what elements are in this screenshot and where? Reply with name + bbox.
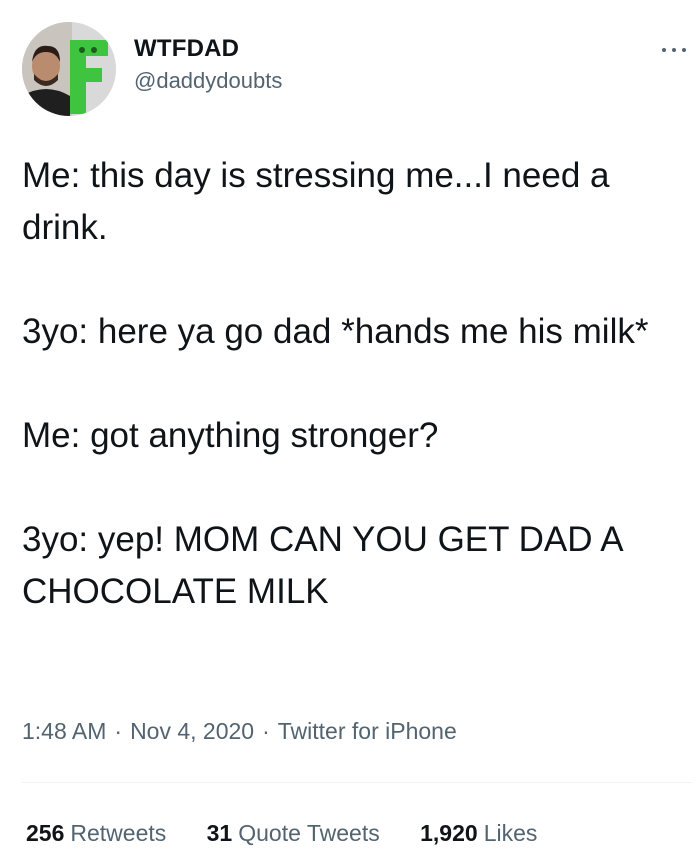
tweet-meta: 1:48 AM · Nov 4, 2020 · Twitter for iPhone — [22, 714, 457, 748]
tweet-text: Me: this day is stressing me...I need a … — [22, 150, 692, 618]
tweet-paragraph: 3yo: here ya go dad *hands me his milk* — [22, 312, 649, 351]
likes-count: 1,920 — [420, 820, 478, 846]
retweets-count: 256 — [26, 820, 65, 846]
tweet-time[interactable]: 1:48 AM — [22, 718, 106, 744]
author-names: WTFDAD @daddydoubts — [134, 34, 282, 98]
tweet-paragraph: Me: got anything stronger? — [22, 416, 439, 455]
tweet-paragraph: Me: this day is stressing me...I need a … — [22, 156, 610, 247]
likes-stat[interactable]: 1,920 Likes — [420, 816, 537, 850]
tweet-card: WTFDAD @daddydoubts Me: this day is stre… — [0, 0, 700, 862]
divider — [22, 782, 692, 783]
avatar[interactable] — [22, 22, 116, 116]
retweets-stat[interactable]: 256 Retweets — [26, 816, 166, 850]
meta-separator: · — [262, 718, 270, 744]
tweet-date[interactable]: Nov 4, 2020 — [130, 718, 254, 744]
profile-photo-icon — [22, 22, 116, 116]
ellipsis-icon[interactable] — [654, 38, 694, 62]
tweet-source[interactable]: Twitter for iPhone — [278, 718, 457, 744]
quote-tweets-stat[interactable]: 31 Quote Tweets — [207, 816, 380, 850]
retweets-label: Retweets — [70, 820, 167, 846]
author-handle[interactable]: @daddydoubts — [134, 64, 282, 98]
quote-tweets-label: Quote Tweets — [238, 820, 380, 846]
likes-label: Likes — [483, 820, 538, 846]
tweet-header: WTFDAD @daddydoubts — [22, 22, 686, 122]
tweet-paragraph: 3yo: yep! MOM CAN YOU GET DAD A CHOCOLAT… — [22, 520, 622, 611]
author-display-name[interactable]: WTFDAD — [134, 34, 282, 64]
meta-separator: · — [114, 718, 123, 744]
quote-tweets-count: 31 — [206, 820, 233, 846]
tweet-stats: 256 Retweets 31 Quote Tweets 1,920 Likes — [26, 816, 571, 850]
